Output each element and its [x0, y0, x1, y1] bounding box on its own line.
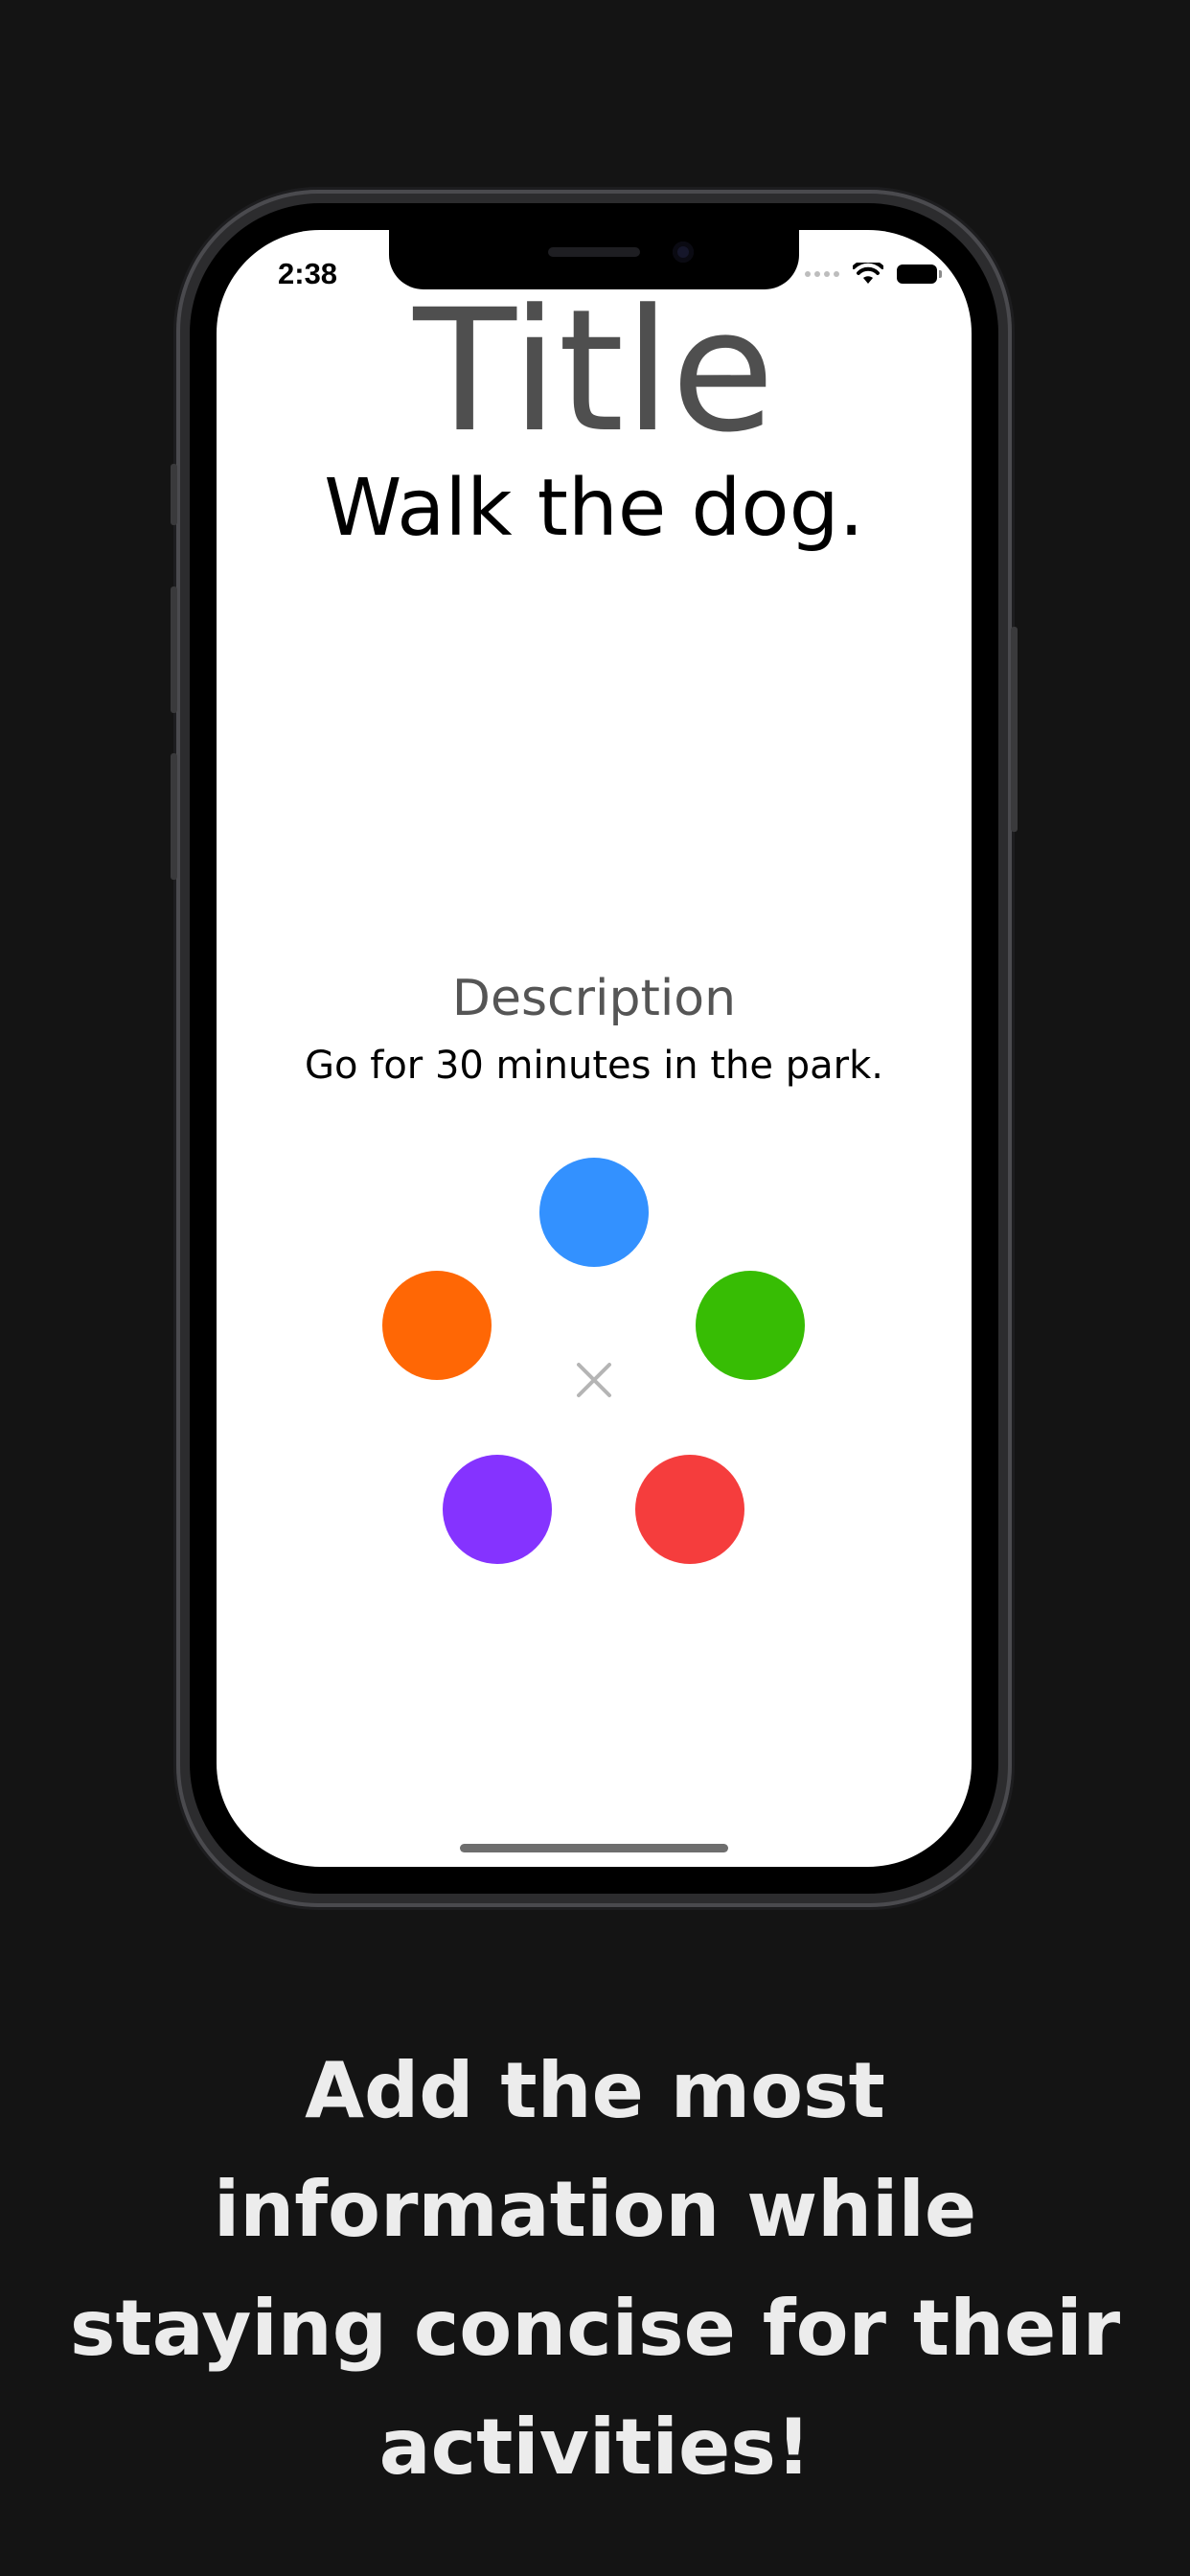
color-option-green[interactable]: [696, 1271, 805, 1380]
status-time: 2:38: [278, 257, 338, 290]
color-option-blue[interactable]: [539, 1158, 649, 1267]
title-label: Title: [413, 273, 775, 470]
color-option-purple[interactable]: [443, 1455, 552, 1564]
volume-down-button: [171, 753, 177, 880]
caption-line: activities!: [378, 2403, 812, 2492]
front-camera: [673, 242, 694, 263]
description-value[interactable]: Go for 30 minutes in the park.: [217, 1046, 972, 1085]
battery-icon: [897, 264, 942, 284]
power-button: [1011, 627, 1018, 832]
marketing-caption: Add the most information while staying c…: [57, 2032, 1133, 2507]
wifi-icon: [853, 263, 883, 284]
caption-line: Add the most: [305, 2046, 885, 2135]
description-label: Description: [451, 970, 737, 1027]
title-value[interactable]: Walk the dog.: [217, 470, 972, 548]
app-screen: 2:38 Title Walk the dog. Description Go …: [217, 230, 972, 1867]
mute-switch: [171, 464, 177, 525]
cellular-signal-icon: [805, 271, 839, 277]
volume-up-button: [171, 586, 177, 713]
color-option-orange[interactable]: [382, 1271, 492, 1380]
caption-line: staying concise for their: [69, 2284, 1121, 2373]
speaker-grille: [548, 247, 640, 257]
home-indicator[interactable]: [460, 1844, 728, 1852]
color-option-red[interactable]: [635, 1455, 744, 1564]
caption-line: information while: [213, 2165, 977, 2254]
status-icons: [805, 263, 942, 286]
close-icon[interactable]: [575, 1361, 613, 1399]
